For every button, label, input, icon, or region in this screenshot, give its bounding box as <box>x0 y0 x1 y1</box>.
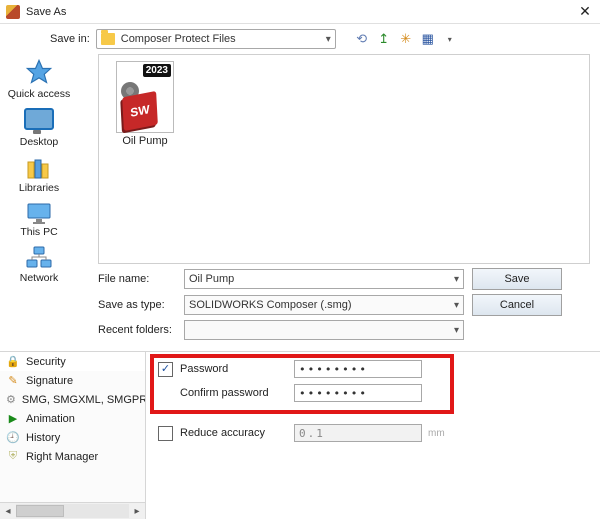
pc-icon <box>25 202 53 224</box>
tab-animation[interactable]: ▶ Animation <box>0 409 145 428</box>
chevron-down-icon: ▾ <box>454 274 459 285</box>
scroll-right-icon[interactable]: ▸ <box>129 503 145 519</box>
folder-icon <box>101 33 115 45</box>
place-desktop[interactable]: Desktop <box>0 108 78 148</box>
password-input[interactable]: •••••••• <box>294 360 422 378</box>
tab-label: History <box>26 432 60 444</box>
app-icon <box>6 5 20 19</box>
nav-views-caret[interactable]: ▾ <box>442 31 458 47</box>
security-panel: Password •••••••• Confirm password •••••… <box>146 352 600 519</box>
lock-icon: 🔒 <box>6 355 20 369</box>
cancel-button[interactable]: Cancel <box>472 294 562 316</box>
place-quick-access[interactable]: Quick access <box>0 58 78 100</box>
file-name-value: Oil Pump <box>189 273 454 285</box>
file-name-label: File name: <box>98 273 176 285</box>
tab-label: SMG, SMGXML, SMGPROJ Options <box>22 394 145 406</box>
places-bar: Quick access Desktop Libraries This PC N… <box>0 54 78 351</box>
desktop-icon <box>24 108 54 130</box>
scroll-track[interactable] <box>16 504 129 518</box>
save-in-value: Composer Protect Files <box>121 33 326 45</box>
file-item-oil-pump[interactable]: 2023 SW Oil Pump <box>105 61 185 147</box>
tab-label: Right Manager <box>26 451 98 463</box>
tab-label: Animation <box>26 413 75 425</box>
clock-icon: 🕘 <box>6 431 20 445</box>
window-title: Save As <box>26 6 66 18</box>
save-as-type-value: SOLIDWORKS Composer (.smg) <box>189 299 454 311</box>
sw-badge: SW <box>122 91 158 131</box>
scroll-left-icon[interactable]: ◂ <box>0 503 16 519</box>
confirm-password-input[interactable]: •••••••• <box>294 384 422 402</box>
place-label: Quick access <box>8 88 70 100</box>
star-icon <box>25 58 53 86</box>
confirm-password-label: Confirm password <box>180 387 288 399</box>
gear-icon: ⚙ <box>6 393 16 407</box>
options-area: 🔒 Security ✎ Signature ⚙ SMG, SMGXML, SM… <box>0 351 600 519</box>
tab-history[interactable]: 🕘 History <box>0 428 145 447</box>
place-network[interactable]: Network <box>0 246 78 284</box>
save-in-row: Save in: Composer Protect Files ▾ ⟲ ↥ ✳ … <box>0 24 600 54</box>
place-label: This PC <box>20 226 57 238</box>
tab-label: Security <box>26 356 66 368</box>
reduce-accuracy-label: Reduce accuracy <box>180 427 288 439</box>
file-list[interactable]: 2023 SW Oil Pump <box>98 54 590 264</box>
confirm-password-value: •••••••• <box>299 387 368 400</box>
scroll-thumb[interactable] <box>16 505 64 517</box>
tab-signature[interactable]: ✎ Signature <box>0 371 145 390</box>
place-label: Libraries <box>19 182 59 194</box>
recent-folders-label: Recent folders: <box>98 324 176 336</box>
save-in-combo[interactable]: Composer Protect Files ▾ <box>96 29 336 49</box>
folder-nav-icons: ⟲ ↥ ✳ ▦ ▾ <box>354 31 458 47</box>
file-thumbnail: 2023 SW <box>116 61 174 133</box>
fields-block: File name: Oil Pump ▾ Save Save as type:… <box>78 264 600 344</box>
tabs-scrollbar[interactable]: ◂ ▸ <box>0 502 145 519</box>
reduce-accuracy-value: 0.1 <box>299 427 325 440</box>
nav-up-icon[interactable]: ↥ <box>376 31 392 47</box>
chevron-down-icon: ▾ <box>454 300 459 311</box>
nav-views-icon[interactable]: ▦ <box>420 31 436 47</box>
save-as-type-combo[interactable]: SOLIDWORKS Composer (.smg) ▾ <box>184 295 464 315</box>
main-area: Quick access Desktop Libraries This PC N… <box>0 54 600 351</box>
chevron-down-icon: ▾ <box>454 325 459 336</box>
place-libraries[interactable]: Libraries <box>0 156 78 194</box>
place-this-pc[interactable]: This PC <box>0 202 78 238</box>
tab-smg-options[interactable]: ⚙ SMG, SMGXML, SMGPROJ Options <box>0 390 145 409</box>
reduce-accuracy-input: 0.1 <box>294 424 422 442</box>
tab-security[interactable]: 🔒 Security <box>0 352 145 371</box>
nav-new-folder-icon[interactable]: ✳ <box>398 31 414 47</box>
pen-icon: ✎ <box>6 374 20 388</box>
place-label: Desktop <box>20 136 59 148</box>
tab-right-manager[interactable]: ⛨ Right Manager <box>0 447 145 466</box>
file-caption: Oil Pump <box>122 135 167 147</box>
chevron-down-icon: ▾ <box>326 34 331 45</box>
libraries-icon <box>25 156 53 180</box>
cancel-button-label: Cancel <box>500 299 534 311</box>
save-in-label: Save in: <box>50 33 90 45</box>
options-tabs: 🔒 Security ✎ Signature ⚙ SMG, SMGXML, SM… <box>0 352 146 519</box>
password-label: Password <box>180 363 288 375</box>
file-year-badge: 2023 <box>143 64 171 77</box>
shield-icon: ⛨ <box>6 450 20 464</box>
save-button[interactable]: Save <box>472 268 562 290</box>
tab-label: Signature <box>26 375 73 387</box>
file-name-input[interactable]: Oil Pump ▾ <box>184 269 464 289</box>
close-button[interactable]: ✕ <box>570 0 600 24</box>
reduce-accuracy-checkbox[interactable] <box>158 426 173 441</box>
network-icon <box>25 246 53 270</box>
reduce-accuracy-unit: mm <box>428 428 458 439</box>
password-value: •••••••• <box>299 363 368 376</box>
nav-back-icon[interactable]: ⟲ <box>354 31 370 47</box>
save-button-label: Save <box>504 273 529 285</box>
place-label: Network <box>20 272 59 284</box>
recent-folders-combo[interactable]: ▾ <box>184 320 464 340</box>
play-icon: ▶ <box>6 412 20 426</box>
titlebar: Save As ✕ <box>0 0 600 24</box>
save-as-type-label: Save as type: <box>98 299 176 311</box>
password-checkbox[interactable] <box>158 362 173 377</box>
